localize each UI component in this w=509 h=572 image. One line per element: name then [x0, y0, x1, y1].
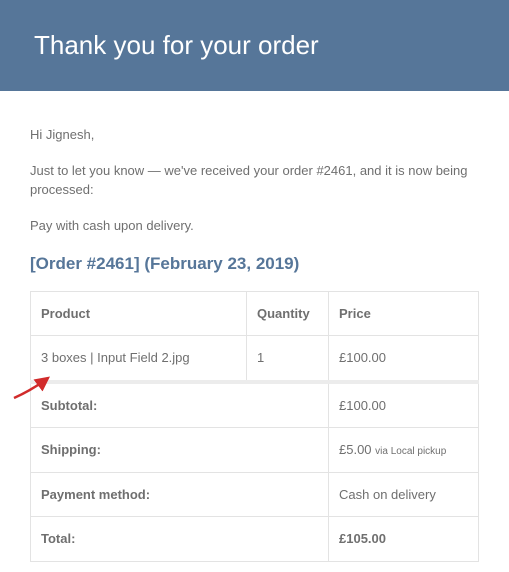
- payment-note: Pay with cash upon delivery.: [30, 216, 479, 236]
- greeting-text: Hi Jignesh,: [30, 125, 479, 145]
- total-value: £105.00: [329, 517, 479, 562]
- order-table: Product Quantity Price 3 boxes | Input F…: [30, 291, 479, 562]
- col-quantity: Quantity: [247, 291, 329, 336]
- row-payment: Payment method: Cash on delivery: [31, 472, 479, 517]
- email-body: Hi Jignesh, Just to let you know — we've…: [0, 91, 509, 572]
- page-title: Thank you for your order: [34, 30, 475, 61]
- payment-label: Payment method:: [31, 472, 329, 517]
- intro-text: Just to let you know — we've received yo…: [30, 161, 479, 200]
- subtotal-label: Subtotal:: [31, 382, 329, 428]
- row-subtotal: Subtotal: £100.00: [31, 382, 479, 428]
- total-label: Total:: [31, 517, 329, 562]
- cell-price: £100.00: [329, 336, 479, 382]
- cell-quantity: 1: [247, 336, 329, 382]
- col-product: Product: [31, 291, 247, 336]
- payment-value: Cash on delivery: [329, 472, 479, 517]
- cell-product: 3 boxes | Input Field 2.jpg: [31, 336, 247, 382]
- email-header: Thank you for your order: [0, 0, 509, 91]
- row-total: Total: £105.00: [31, 517, 479, 562]
- order-heading-link[interactable]: [Order #2461] (February 23, 2019): [30, 251, 479, 277]
- shipping-label: Shipping:: [31, 428, 329, 473]
- shipping-value: £5.00 via Local pickup: [329, 428, 479, 473]
- row-shipping: Shipping: £5.00 via Local pickup: [31, 428, 479, 473]
- table-row: 3 boxes | Input Field 2.jpg 1 £100.00: [31, 336, 479, 382]
- subtotal-value: £100.00: [329, 382, 479, 428]
- col-price: Price: [329, 291, 479, 336]
